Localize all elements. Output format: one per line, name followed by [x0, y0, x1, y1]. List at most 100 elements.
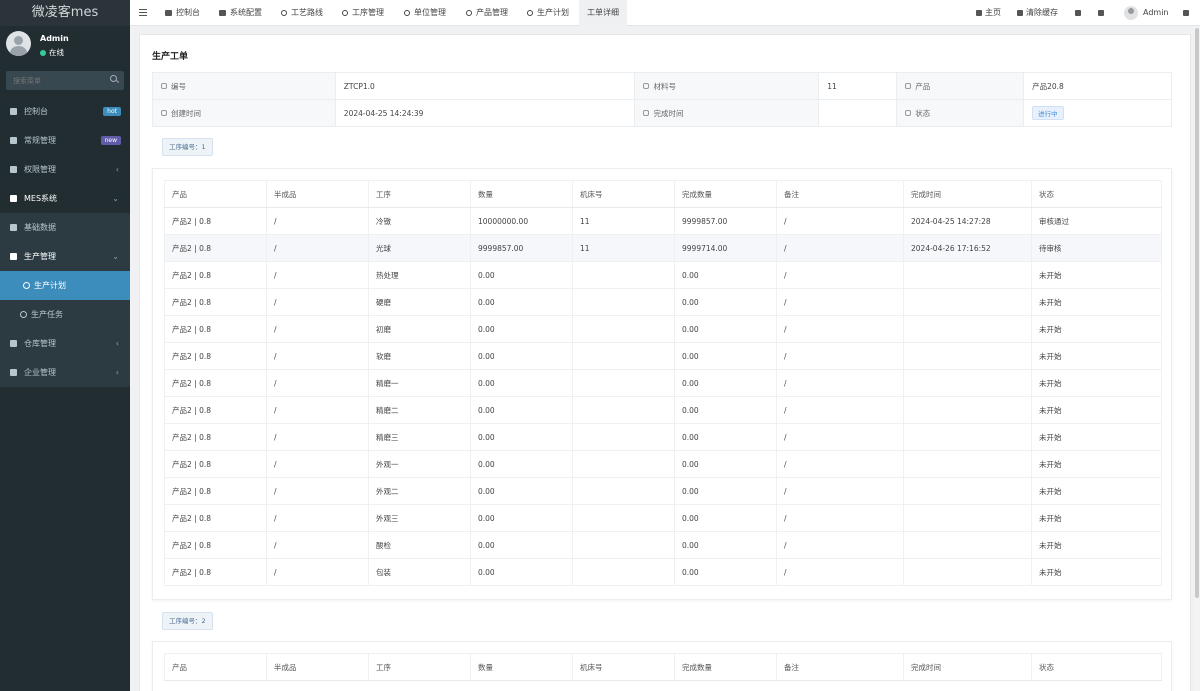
sidebar-item-dashboard[interactable]: 控制台 hot	[0, 97, 130, 126]
tab-process-mgmt[interactable]: 工序管理	[342, 0, 384, 26]
cell-done-time	[903, 477, 1032, 505]
tab-production-plan[interactable]: 生产计划	[527, 0, 569, 26]
cell-qty: 0.00	[470, 369, 573, 397]
tab-label: 单位管理	[414, 8, 446, 17]
cell-machine	[572, 261, 675, 289]
language-button[interactable]	[1075, 0, 1084, 26]
table-row[interactable]: 产品2 | 0.8/精磨三 0.00 0.00/未开始	[164, 423, 1162, 451]
table-row[interactable]: 产品2 | 0.8/精磨一 0.00 0.00/未开始	[164, 369, 1162, 397]
cell-done-qty: 0.00	[674, 288, 777, 316]
cell-done-qty: 0.00	[674, 369, 777, 397]
menu-search-input[interactable]	[6, 71, 124, 90]
label-text: 状态	[915, 108, 931, 118]
sidebar-item-enterprise[interactable]: 企业管理 ‹	[0, 358, 130, 387]
info-label-finished: 完成时间	[634, 99, 820, 127]
cell-process: 外观二	[368, 477, 471, 505]
sidebar-item-label: 生产任务	[31, 310, 63, 319]
tab-dashboard[interactable]: 控制台	[165, 0, 200, 26]
cell-done-qty: 9999857.00	[674, 207, 777, 235]
cell-qty: 0.00	[470, 396, 573, 424]
table-row[interactable]: 产品2 | 0.8/酸检 0.00 0.00/未开始	[164, 531, 1162, 559]
avatar[interactable]	[1124, 6, 1138, 20]
table-row[interactable]: 产品2 | 0.8/软磨 0.00 0.00/未开始	[164, 342, 1162, 370]
tab-process-route[interactable]: 工艺路线	[281, 0, 323, 26]
home-link[interactable]: 主页	[976, 0, 1001, 26]
process-table-2: 产品 半成品 工序 数量 机床号 完成数量 备注 完成时间 状态	[164, 653, 1162, 681]
cell-done-qty: 0.00	[674, 477, 777, 505]
sidebar-item-base-data[interactable]: 基础数据	[0, 213, 130, 242]
cell-process: 热处理	[368, 261, 471, 289]
chevron-left-icon: ‹	[115, 339, 119, 348]
table-header-row: 产品 半成品 工序 数量 机床号 完成数量 备注 完成时间 状态	[164, 653, 1162, 681]
sidebar-item-production[interactable]: 生产管理 ⌄	[0, 242, 130, 271]
table-row[interactable]: 产品2 | 0.8/硬磨 0.00 0.00/未开始	[164, 288, 1162, 316]
col-header-status: 状态	[1031, 180, 1162, 208]
col-header-done-qty: 完成数量	[674, 653, 777, 681]
cell-done-qty: 0.00	[674, 261, 777, 289]
table-row[interactable]: 产品2 | 0.8/包装 0.00 0.00/未开始	[164, 558, 1162, 586]
sidebar-item-production-plan[interactable]: 生产计划	[0, 271, 130, 300]
user-status: 在线	[40, 47, 64, 58]
info-label-product: 产品	[896, 72, 1025, 100]
scrollbar-thumb[interactable]	[1195, 28, 1199, 598]
table-row[interactable]: 产品2 | 0.8/外观二 0.00 0.00/未开始	[164, 477, 1162, 505]
sidebar-item-permissions[interactable]: 权限管理 ‹	[0, 155, 130, 184]
app-logo[interactable]: 微凌客mes	[0, 0, 130, 26]
label-text: 编号	[171, 81, 186, 91]
tab-unit-mgmt[interactable]: 单位管理	[404, 0, 446, 26]
cell-remark: /	[776, 477, 904, 505]
tab-workorder-detail[interactable]: 工单详细	[579, 0, 627, 26]
sidebar-item-label: 企业管理	[24, 368, 56, 377]
cell-machine: 11	[572, 234, 675, 262]
table-row[interactable]: 产品2 | 0.8/初磨 0.00 0.00/未开始	[164, 315, 1162, 343]
sidebar-item-label: 基础数据	[24, 223, 56, 232]
cell-status: 未开始	[1031, 261, 1162, 289]
online-dot-icon	[40, 50, 46, 56]
cell-remark: /	[776, 558, 904, 586]
avatar	[6, 31, 31, 56]
user-name: Admin	[40, 34, 69, 43]
cell-done-qty: 0.00	[674, 396, 777, 424]
cell-machine	[572, 288, 675, 316]
cell-semi: /	[266, 504, 369, 532]
user-panel: Admin 在线	[0, 31, 130, 71]
cell-remark: /	[776, 342, 904, 370]
cell-product: 产品2 | 0.8	[164, 369, 267, 397]
circle-icon	[466, 9, 472, 16]
cell-product: 产品2 | 0.8	[164, 531, 267, 559]
sidebar-item-production-task[interactable]: 生产任务	[0, 300, 130, 329]
cell-semi: /	[266, 342, 369, 370]
tab-system-config[interactable]: 系统配置	[219, 0, 262, 26]
sidebar-item-general[interactable]: 常规管理 new	[0, 126, 130, 155]
table-row[interactable]: 产品2 | 0.8/冷镦 10000000.00 11 9999857.00/2024…	[164, 207, 1162, 235]
calendar-icon	[905, 110, 912, 116]
page-scrollbar[interactable]	[1194, 26, 1200, 691]
cell-status: 未开始	[1031, 315, 1162, 343]
cell-product: 产品2 | 0.8	[164, 288, 267, 316]
table-row[interactable]: 产品2 | 0.8/外观一 0.00 0.00/未开始	[164, 450, 1162, 478]
cell-semi: /	[266, 288, 369, 316]
table-row[interactable]: 产品2 | 0.8/热处理 0.00 0.00/未开始	[164, 261, 1162, 289]
table-row[interactable]: 产品2 | 0.8/精磨二 0.00 0.00/未开始	[164, 396, 1162, 424]
cell-done-time	[903, 396, 1032, 424]
tab-product-mgmt[interactable]: 产品管理	[466, 0, 508, 26]
menu-toggle-icon[interactable]	[139, 9, 147, 16]
table-row[interactable]: 产品2 | 0.8/外观三 0.00 0.00/未开始	[164, 504, 1162, 532]
settings-button[interactable]	[1183, 0, 1192, 26]
fullscreen-button[interactable]	[1098, 0, 1107, 26]
clear-cache-button[interactable]: 清除缓存	[1017, 0, 1058, 26]
table-row[interactable]: 产品2 | 0.8/光球 9999857.00 11 9999714.00/2024-…	[164, 234, 1162, 262]
cube-icon	[10, 340, 17, 347]
cell-process: 精磨一	[368, 369, 471, 397]
search-icon[interactable]	[110, 75, 117, 82]
sidebar-item-warehouse[interactable]: 仓库管理 ‹	[0, 329, 130, 358]
cell-semi: /	[266, 369, 369, 397]
sidebar-menu: 控制台 hot 常规管理 new 权限管理 ‹ MES系统 ⌄ 基础数据 生产管理 ⌄ 生…	[0, 97, 130, 387]
location-icon	[161, 110, 167, 116]
cell-remark: /	[776, 369, 904, 397]
gear-icon	[219, 9, 226, 16]
sidebar-item-mes[interactable]: MES系统 ⌄	[0, 184, 130, 213]
admin-menu[interactable]: Admin	[1143, 0, 1169, 26]
col-header-qty: 数量	[470, 653, 573, 681]
cell-semi: /	[266, 207, 369, 235]
